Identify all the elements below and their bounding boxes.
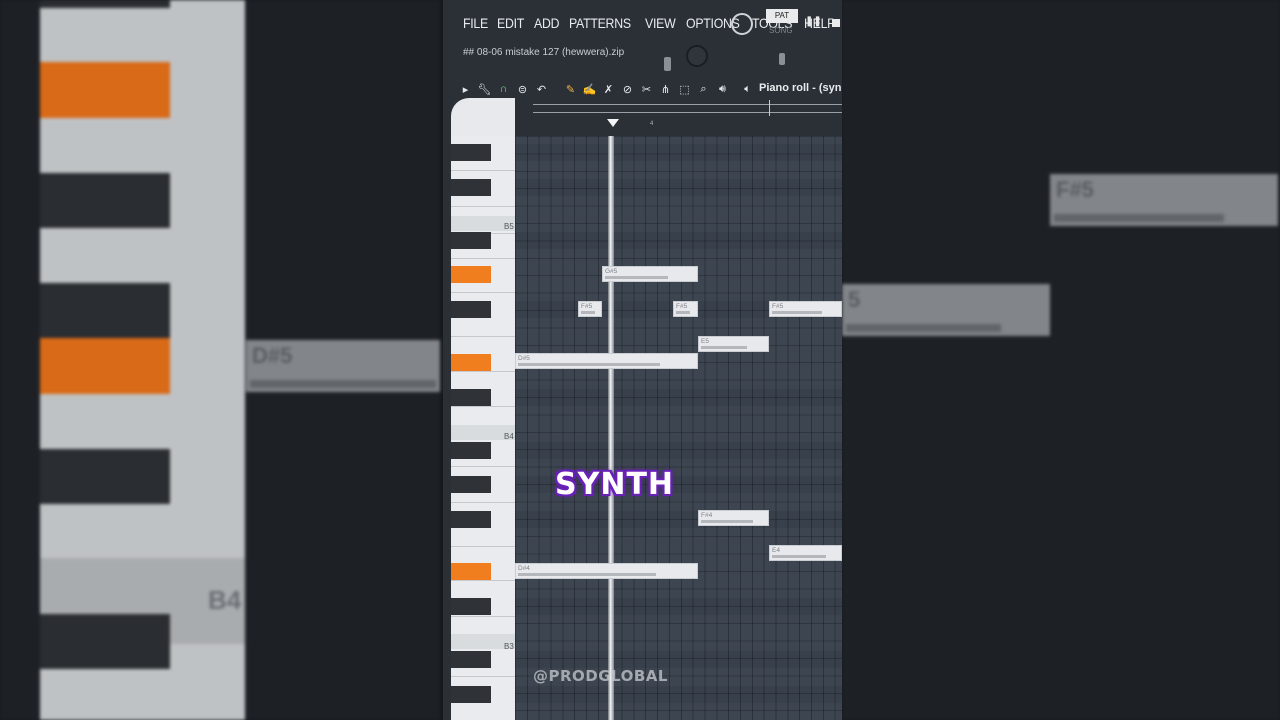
menu-view[interactable]: VIEW bbox=[645, 15, 676, 31]
note[interactable]: F#5 bbox=[673, 301, 698, 317]
menu-icon[interactable]: ⊜ bbox=[514, 81, 531, 98]
black-key[interactable] bbox=[451, 232, 491, 249]
zoom-icon[interactable]: ⌕ bbox=[695, 81, 712, 98]
pat-mode-button[interactable]: PAT bbox=[766, 9, 798, 23]
black-key[interactable] bbox=[451, 476, 491, 493]
orange-key[interactable] bbox=[451, 563, 491, 580]
play-arrow-icon[interactable]: ▸ bbox=[457, 81, 474, 98]
background-black-key bbox=[40, 173, 170, 228]
background-key-label: B4 bbox=[208, 585, 242, 615]
background-note: D#5 bbox=[246, 340, 440, 392]
key-label-b4: B4 bbox=[504, 432, 514, 441]
note[interactable]: F#4 bbox=[698, 510, 769, 526]
background-black-key bbox=[40, 614, 170, 669]
select-icon[interactable]: ⬚ bbox=[676, 81, 693, 98]
black-key[interactable] bbox=[451, 179, 491, 196]
note[interactable]: G#5 bbox=[602, 266, 698, 282]
note[interactable]: E5 bbox=[698, 336, 769, 352]
background-note: 5 bbox=[842, 284, 1050, 336]
playhead bbox=[608, 136, 614, 720]
master-volume-knob[interactable] bbox=[731, 13, 753, 35]
tempo-knob[interactable] bbox=[686, 45, 708, 67]
pencil-icon[interactable]: ✎ bbox=[562, 81, 579, 98]
menu-add[interactable]: ADD bbox=[534, 15, 559, 31]
pan-slider-icon[interactable] bbox=[779, 53, 785, 65]
bar-number: 4 bbox=[650, 121, 654, 127]
piano-keyboard[interactable]: B5 B4 B3 bbox=[451, 136, 515, 720]
background-black-key bbox=[40, 283, 170, 338]
orange-key[interactable] bbox=[451, 354, 491, 371]
undo-icon[interactable]: ↶ bbox=[533, 81, 550, 98]
event-lane-line bbox=[533, 104, 842, 105]
key-label-b3: B3 bbox=[504, 642, 514, 651]
time-ruler[interactable]: 4 bbox=[515, 117, 842, 134]
stop-icon[interactable] bbox=[832, 19, 840, 27]
background-right-panel bbox=[842, 0, 1280, 720]
slip-icon[interactable]: ✂ bbox=[638, 81, 655, 98]
paint-brush-icon[interactable]: ✍ bbox=[581, 81, 598, 98]
background-orange-key bbox=[40, 338, 170, 394]
slice-icon[interactable]: ⋔ bbox=[657, 81, 674, 98]
background-black-key bbox=[40, 449, 170, 504]
scroll-marker[interactable] bbox=[769, 100, 770, 116]
event-lane-line bbox=[533, 112, 842, 113]
piano-roll-corner bbox=[451, 98, 515, 136]
hint-bar-text: ## 08-06 mistake 127 (hewwera).zip bbox=[463, 47, 625, 58]
magnet-icon[interactable]: ∩ bbox=[495, 81, 512, 98]
menu-patterns[interactable]: PATTERNS bbox=[569, 15, 631, 31]
delete-tool-icon[interactable]: ✗ bbox=[600, 81, 617, 98]
background-black-key bbox=[40, 0, 170, 8]
black-key[interactable] bbox=[451, 301, 491, 318]
pause-icon[interactable]: ❚❚ bbox=[805, 16, 822, 27]
menu-edit[interactable]: EDIT bbox=[497, 15, 524, 31]
note[interactable]: D#4 bbox=[515, 563, 698, 579]
black-key[interactable] bbox=[451, 442, 491, 459]
orange-key[interactable] bbox=[451, 266, 491, 283]
playhead-marker[interactable] bbox=[607, 119, 619, 127]
note[interactable]: F#5 bbox=[769, 301, 842, 317]
fl-studio-window: FILE EDIT ADD PATTERNS VIEW OPTIONS TOOL… bbox=[443, 0, 842, 720]
black-key[interactable] bbox=[451, 598, 491, 615]
black-key[interactable] bbox=[451, 389, 491, 406]
speaker-icon[interactable]: 🔈︎ bbox=[739, 81, 756, 98]
note[interactable]: E4 bbox=[769, 545, 842, 561]
watermark: @PRODGLOBAL bbox=[533, 667, 668, 685]
key-label-b5: B5 bbox=[504, 222, 514, 231]
background-note: F#5 bbox=[1050, 174, 1278, 226]
note-grid[interactable] bbox=[515, 136, 842, 720]
black-key[interactable] bbox=[451, 144, 491, 161]
wrench-icon[interactable]: 🔧︎ bbox=[476, 81, 493, 98]
background-orange-key bbox=[40, 62, 170, 118]
black-key[interactable] bbox=[451, 651, 491, 668]
note[interactable]: F#5 bbox=[578, 301, 602, 317]
mute-tool-icon[interactable]: ⊘ bbox=[619, 81, 636, 98]
black-key[interactable] bbox=[451, 686, 491, 703]
note[interactable]: D#5 bbox=[515, 353, 698, 369]
menu-file[interactable]: FILE bbox=[463, 15, 488, 31]
playback-icon[interactable]: 🔊︎ bbox=[714, 81, 731, 98]
black-key[interactable] bbox=[451, 511, 491, 528]
pitch-slider-icon[interactable] bbox=[664, 57, 671, 71]
synth-caption: SYNTH bbox=[555, 467, 675, 502]
piano-roll-toolbar: ▸ 🔧︎ ∩ ⊜ ↶ ✎ ✍ ✗ ⊘ ✂ ⋔ ⬚ ⌕ 🔊︎ 🔈︎ bbox=[457, 80, 756, 98]
piano-roll-title: Piano roll - (syn bbox=[759, 82, 842, 94]
song-mode-button[interactable]: SONG bbox=[769, 26, 793, 35]
